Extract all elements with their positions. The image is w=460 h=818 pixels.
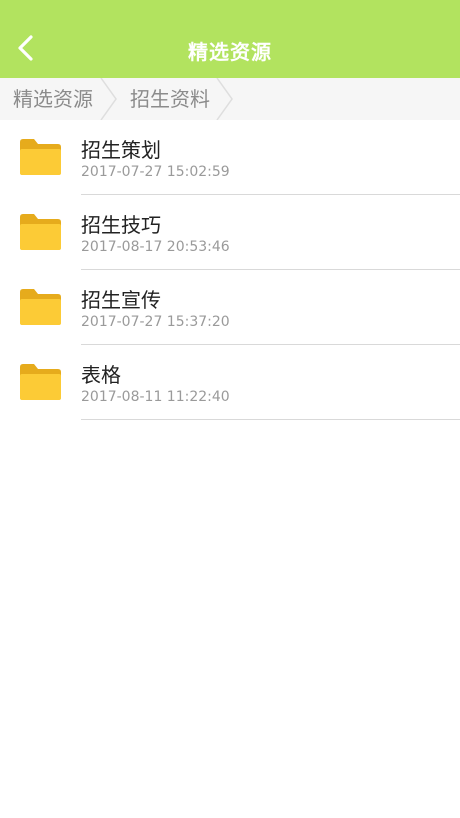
folder-name: 招生宣传 xyxy=(81,288,161,312)
list-item[interactable]: 表格 2017-08-11 11:22:40 xyxy=(0,345,460,420)
list-item[interactable]: 招生技巧 2017-08-17 20:53:46 xyxy=(0,195,460,270)
folder-name: 招生策划 xyxy=(81,138,161,162)
breadcrumb-item-root[interactable]: 精选资源 xyxy=(13,78,93,120)
folder-name: 表格 xyxy=(81,363,121,387)
folder-timestamp: 2017-08-11 11:22:40 xyxy=(81,389,230,405)
folder-icon xyxy=(20,214,61,250)
folder-name: 招生技巧 xyxy=(81,213,161,237)
breadcrumb: 精选资源 招生资料 xyxy=(0,78,460,120)
folder-timestamp: 2017-07-27 15:02:59 xyxy=(81,164,230,180)
folder-icon xyxy=(20,139,61,175)
breadcrumb-separator-icon xyxy=(216,78,233,120)
app-header: 精选资源 xyxy=(0,0,460,78)
divider xyxy=(81,419,460,420)
folder-timestamp: 2017-07-27 15:37:20 xyxy=(81,314,230,330)
list-item[interactable]: 招生策划 2017-07-27 15:02:59 xyxy=(0,120,460,195)
folder-icon xyxy=(20,289,61,325)
page-title: 精选资源 xyxy=(188,40,272,64)
list-item[interactable]: 招生宣传 2017-07-27 15:37:20 xyxy=(0,270,460,345)
folder-timestamp: 2017-08-17 20:53:46 xyxy=(81,239,230,255)
breadcrumb-separator-icon xyxy=(100,78,117,120)
folder-icon xyxy=(20,364,61,400)
breadcrumb-item-current[interactable]: 招生资料 xyxy=(130,78,210,120)
